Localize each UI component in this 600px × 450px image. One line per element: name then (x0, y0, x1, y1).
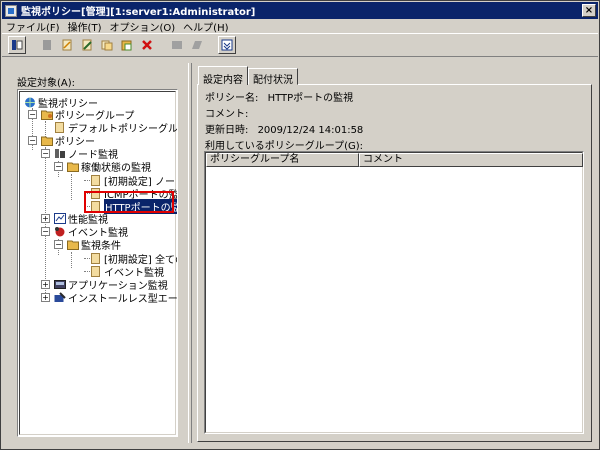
policy-doc-icon (91, 175, 100, 186)
tree-item-operation-status[interactable]: 稼働状態の監視 (67, 160, 151, 174)
policy-view-button[interactable] (8, 36, 26, 54)
folder-icon (41, 136, 53, 146)
policy-group-list[interactable]: ポリシーグループ名 コメント (204, 151, 584, 434)
selection-highlight-frame (84, 191, 174, 213)
tree-item-monitoring-conditions[interactable]: 監視条件 (67, 238, 121, 252)
menu-file[interactable]: ファイル(F) (6, 19, 60, 34)
tab-strip: 設定内容 配付状況 (198, 66, 298, 86)
menu-bar: ファイル(F) 操作(T) オプション(O) ヘルプ(H) (2, 19, 598, 34)
edit-button[interactable] (78, 36, 96, 54)
tree-expander[interactable]: + (41, 280, 50, 289)
toolbar (2, 33, 598, 57)
close-button[interactable]: × (582, 4, 596, 17)
policy-doc-icon (91, 253, 100, 264)
folder-icon (67, 162, 79, 172)
tree-expander[interactable]: + (41, 293, 50, 302)
comment-label: コメント: (205, 109, 249, 120)
tree-item-label: 稼働状態の監視 (81, 163, 151, 174)
window-title: 監視ポリシー[管理][1:server1:Administrator] (21, 7, 256, 18)
main-window: 監視ポリシー[管理][1:server1:Administrator] × ファ… (0, 0, 600, 450)
tree-expander[interactable]: − (54, 162, 63, 171)
menu-option[interactable]: オプション(O) (109, 19, 175, 34)
menu-help[interactable]: ヘルプ(H) (183, 19, 228, 34)
updated-field: 更新日時: 2009/12/24 14:01:58 (205, 121, 363, 136)
new-icon (62, 39, 72, 51)
globe-icon (25, 97, 35, 108)
tree-item-label: 監視条件 (81, 241, 121, 252)
comment-field: コメント: (205, 105, 258, 120)
collapse-icon (221, 39, 233, 51)
column-header-comment[interactable]: コメント (359, 153, 583, 167)
tree-expander[interactable]: − (54, 240, 63, 249)
paste-icon (121, 40, 132, 51)
policy-name-field: ポリシー名: HTTPポートの監視 (205, 89, 353, 104)
panel-splitter[interactable] (188, 63, 192, 443)
policy-name-value: HTTPポートの監視 (267, 93, 354, 104)
folder-icon (67, 240, 79, 250)
chart-icon (54, 213, 66, 224)
policy-view-icon (12, 40, 23, 50)
copy-button[interactable] (98, 36, 116, 54)
updated-value: 2009/12/24 14:01:58 (257, 125, 364, 136)
tab-settings-content[interactable]: 設定内容 (198, 66, 248, 86)
updated-label: 更新日時: (205, 125, 249, 136)
paste-button[interactable] (118, 36, 136, 54)
delete-icon (142, 40, 152, 50)
policy-name-label: ポリシー名: (205, 93, 259, 104)
collapse-button[interactable] (218, 36, 236, 54)
settings-target-label: 設定対象(A): (17, 78, 76, 89)
disabled-button-2[interactable] (188, 36, 206, 54)
blank-page-icon (43, 40, 51, 50)
groups-label: 利用しているポリシーグループ(G): (205, 141, 364, 152)
tree-expander[interactable]: + (41, 214, 50, 223)
disabled-icon-2 (192, 41, 202, 49)
blank-page-button[interactable] (38, 36, 56, 54)
tree-item-installless-agent[interactable]: インストールレス型エージ (54, 291, 178, 305)
tree-view[interactable]: 監視ポリシー − ポリシーグループ デフォルトポリシーグルー − ポリシー − … (17, 89, 178, 437)
tab-distribution-status[interactable]: 配付状況 (248, 68, 298, 86)
tree-expander[interactable]: − (28, 136, 37, 145)
event-icon (55, 227, 65, 237)
disabled-button-1[interactable] (168, 36, 186, 54)
disabled-icon-1 (172, 41, 182, 49)
tree-expander[interactable]: − (28, 110, 37, 119)
tree-item-label: インストールレス型エージ (68, 294, 178, 305)
tree-expander[interactable]: − (41, 149, 50, 158)
copy-icon (101, 40, 113, 51)
group-folder-icon (41, 110, 53, 120)
tree-expander[interactable]: − (41, 227, 50, 236)
app-icon (5, 4, 17, 17)
menu-operation[interactable]: 操作(T) (68, 19, 102, 34)
delete-button[interactable] (138, 36, 156, 54)
policy-doc-icon (91, 266, 100, 277)
app-icon (54, 280, 66, 289)
title-bar[interactable]: 監視ポリシー[管理][1:server1:Administrator] × (2, 2, 598, 19)
new-button[interactable] (58, 36, 76, 54)
column-header-group-name[interactable]: ポリシーグループ名 (206, 153, 359, 167)
node-icon (55, 149, 65, 158)
agent-icon (54, 292, 66, 302)
edit-icon (82, 39, 92, 51)
policy-doc-icon (55, 122, 64, 133)
